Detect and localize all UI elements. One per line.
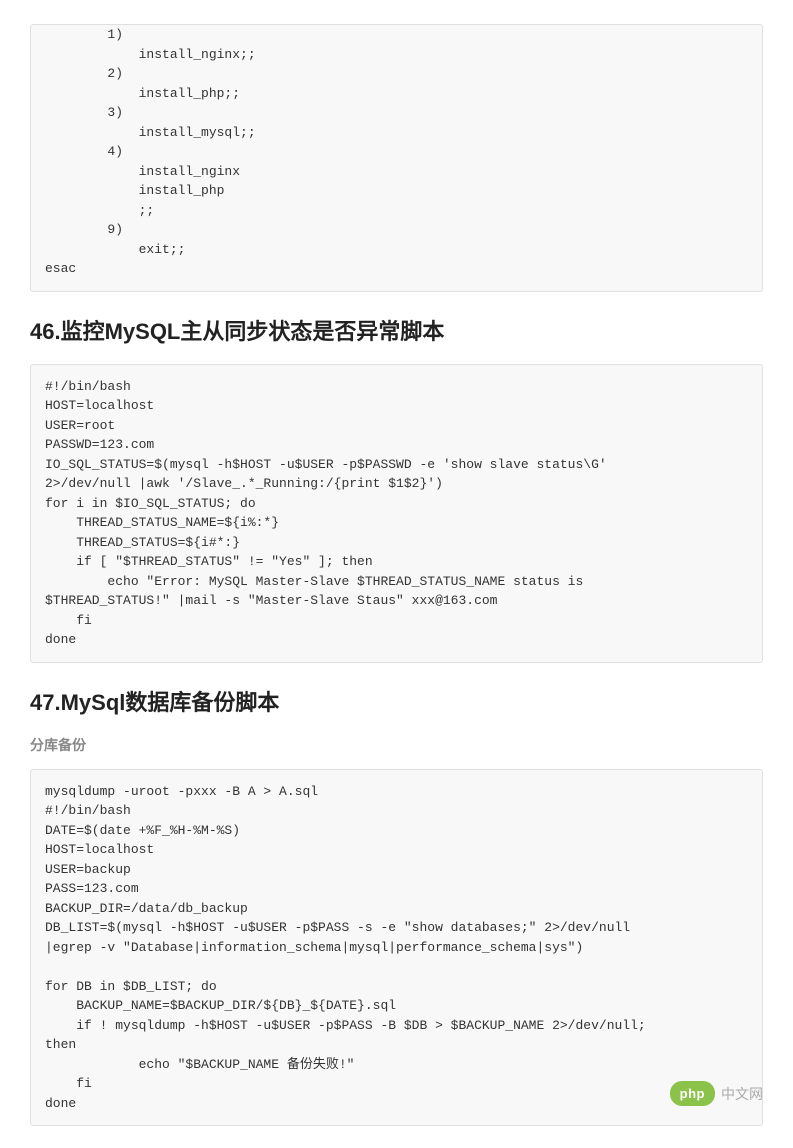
- heading-46: 46.监控MySQL主从同步状态是否异常脚本: [30, 314, 763, 346]
- article-content: 1) install_nginx;; 2) install_php;; 3) i…: [30, 0, 763, 1126]
- code-block-mysql-backup: mysqldump -uroot -pxxx -B A > A.sql #!/b…: [30, 769, 763, 1127]
- watermark: php 中文网: [670, 1081, 763, 1106]
- code-block-mysql-monitor: #!/bin/bash HOST=localhost USER=root PAS…: [30, 364, 763, 663]
- watermark-text: 中文网: [721, 1084, 763, 1104]
- watermark-logo: php: [670, 1081, 715, 1106]
- heading-47: 47.MySql数据库备份脚本: [30, 685, 763, 717]
- code-block-esac: 1) install_nginx;; 2) install_php;; 3) i…: [30, 24, 763, 292]
- sub-label-47: 分库备份: [30, 735, 763, 755]
